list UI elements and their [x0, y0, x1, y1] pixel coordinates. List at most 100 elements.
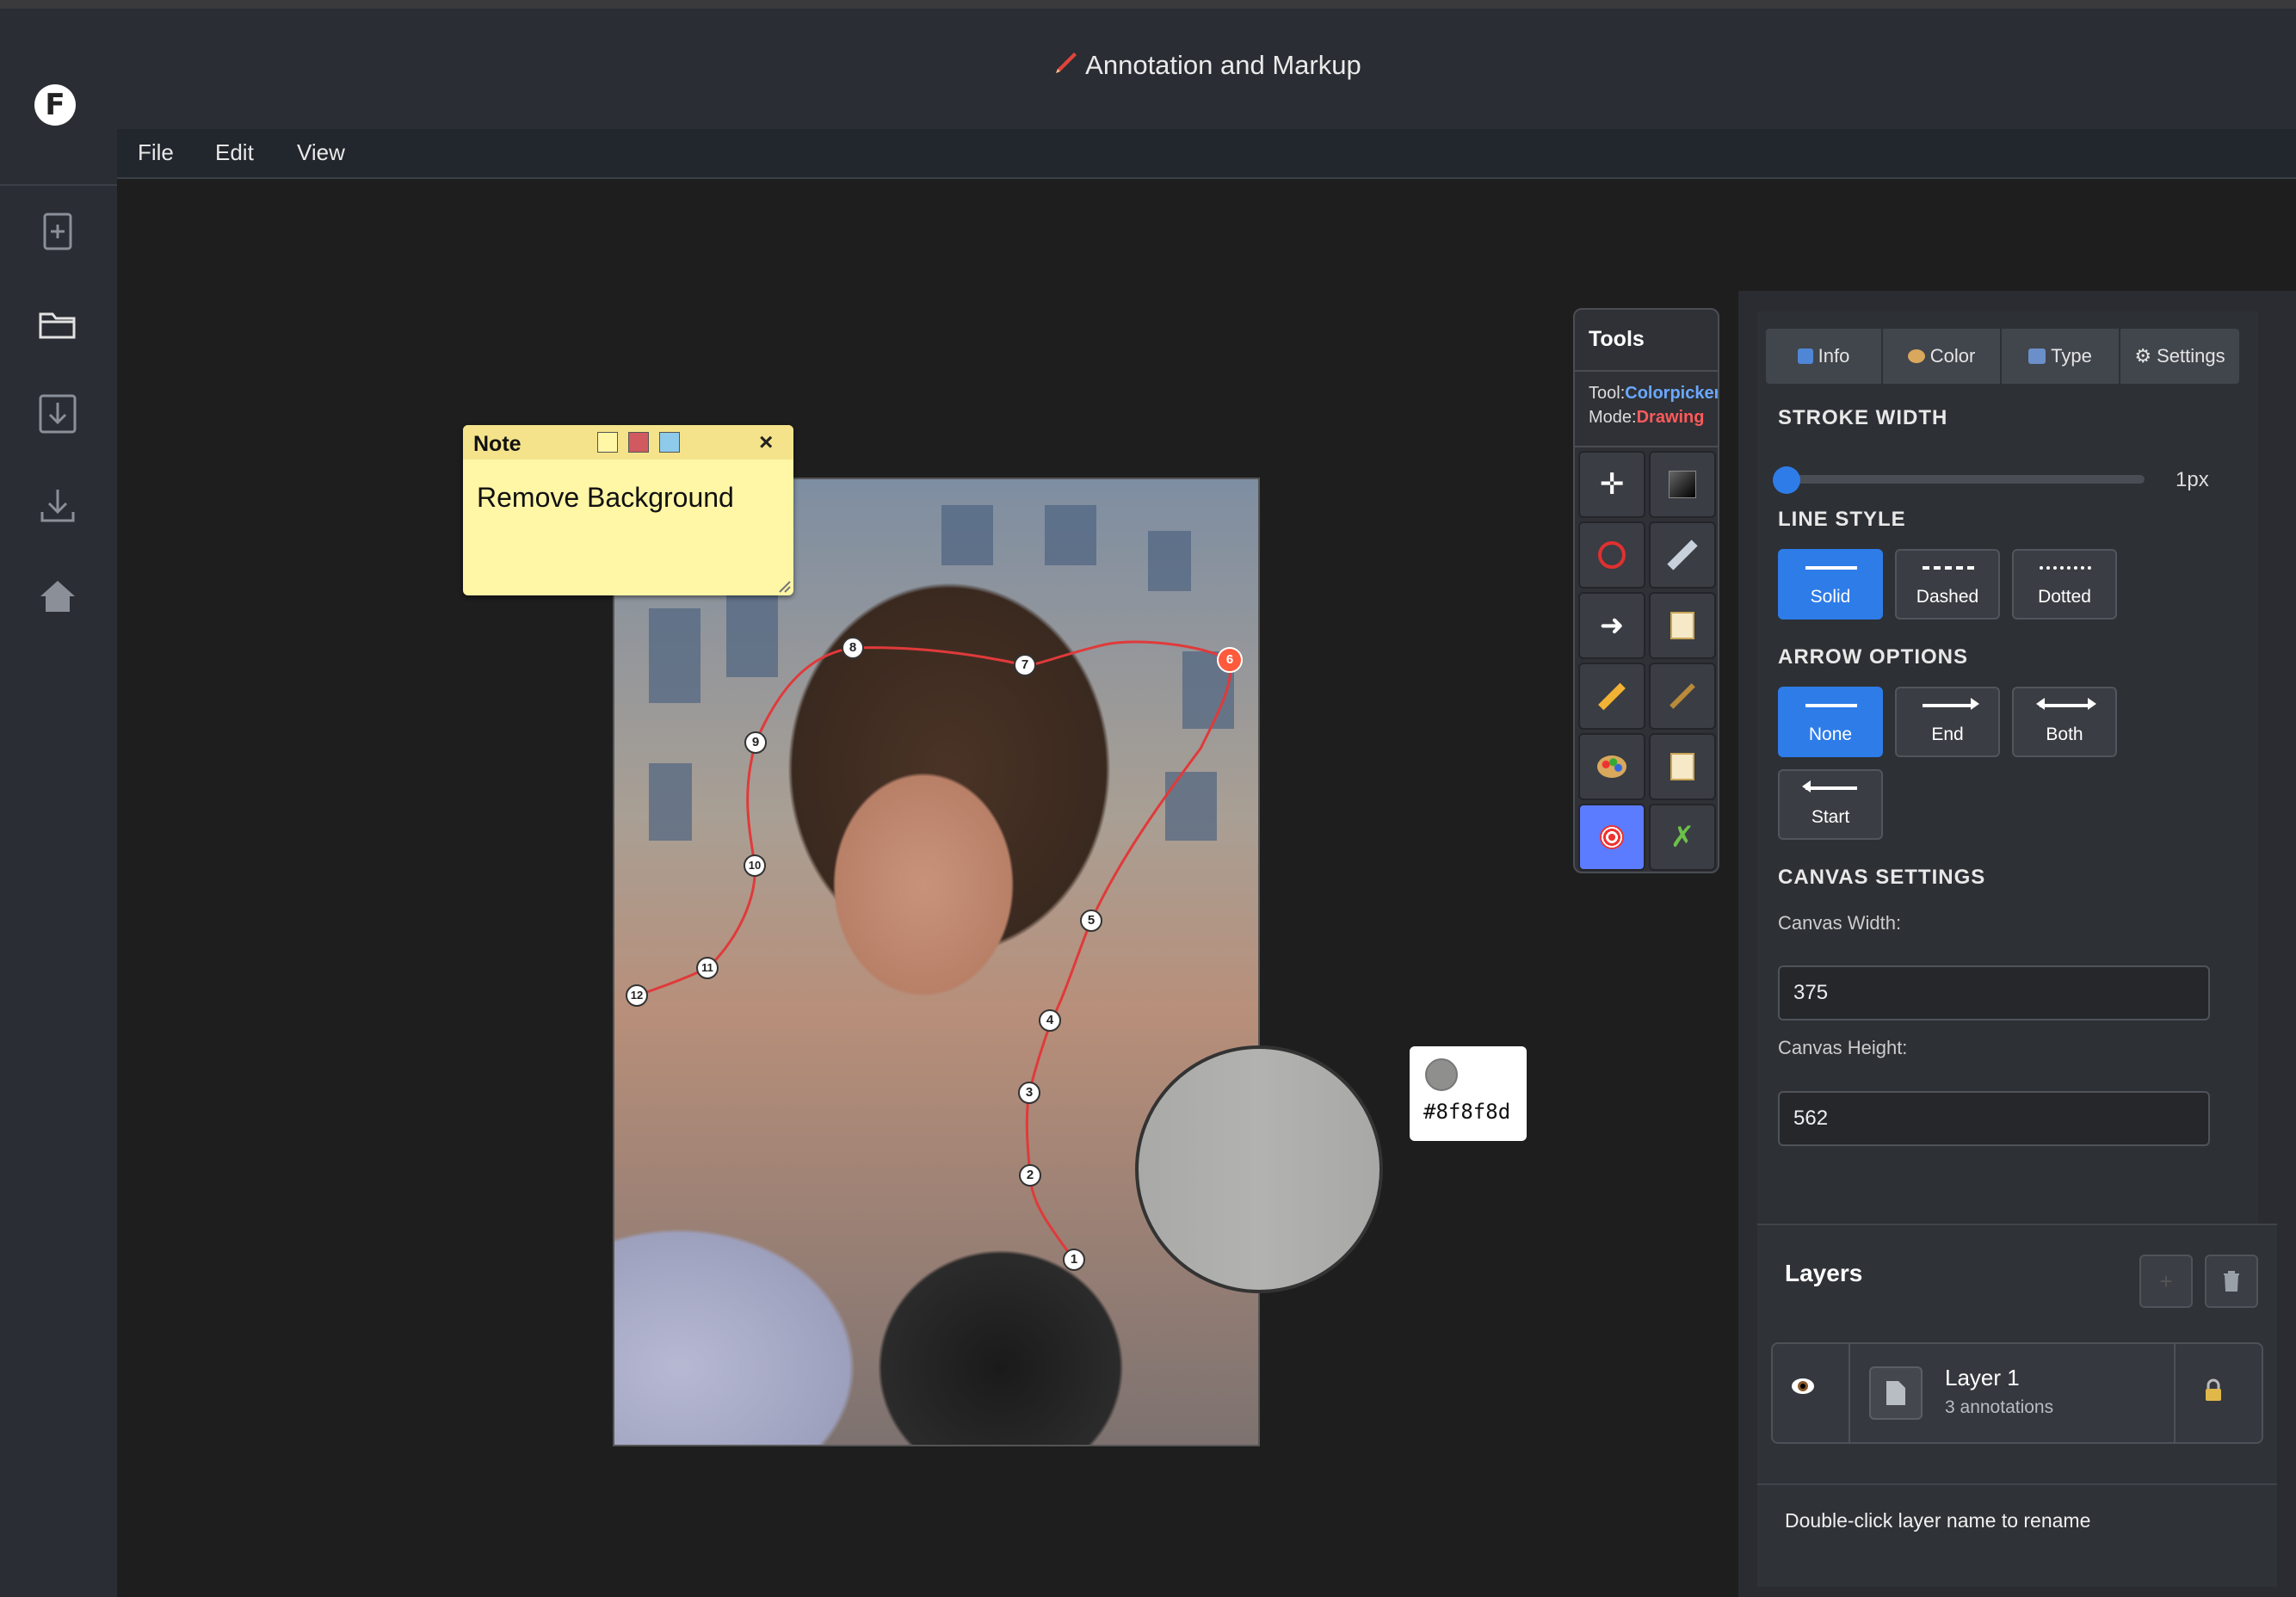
menu-file[interactable]: File	[138, 139, 174, 166]
arrow-head-left-icon	[1802, 780, 1811, 792]
info-icon	[1797, 348, 1813, 364]
move-tool-button[interactable]: ✛	[1578, 451, 1645, 518]
arrow-start-button[interactable]: Start	[1778, 769, 1883, 840]
layer-name[interactable]: Layer 1	[1945, 1365, 2020, 1391]
path-point[interactable]: 8	[842, 637, 864, 659]
tab-color[interactable]: Color	[1883, 329, 2002, 384]
path-point[interactable]: 5	[1080, 909, 1102, 932]
line-style-dashed-button[interactable]: Dashed	[1895, 549, 2000, 620]
circle-tool-button[interactable]	[1578, 521, 1645, 589]
layers-hint: Double-click layer name to rename	[1785, 1509, 2091, 1532]
fill-rect-icon	[1669, 471, 1696, 498]
logo-zone: F	[0, 9, 117, 186]
path-point[interactable]: 7	[1014, 654, 1036, 676]
path-point[interactable]: 1	[1063, 1249, 1085, 1271]
path-point[interactable]: 4	[1039, 1009, 1061, 1032]
arrow-tool-button[interactable]: ➜	[1578, 592, 1645, 659]
fill-rect-tool-button[interactable]	[1649, 451, 1716, 518]
new-file-icon[interactable]	[34, 208, 81, 255]
brush-icon	[1670, 683, 1695, 709]
property-tabs: Info Color Type ⚙ Settings	[1766, 329, 2239, 384]
download-icon[interactable]	[34, 482, 81, 528]
arrow-both-button[interactable]: Both	[2012, 687, 2117, 757]
tools-header[interactable]: Tools	[1575, 310, 1718, 372]
note-icon	[1670, 753, 1694, 780]
target-icon	[1600, 825, 1624, 849]
trash-icon	[2224, 1271, 2239, 1292]
left-sidebar: F	[0, 9, 117, 1597]
pencil-icon	[1598, 682, 1626, 710]
pencil-tool-button[interactable]	[1578, 663, 1645, 730]
note-tool-button[interactable]	[1649, 733, 1716, 800]
crop-tool-button[interactable]: ✗	[1649, 804, 1716, 871]
stroke-width-slider-knob[interactable]	[1773, 466, 1800, 494]
delete-layer-button[interactable]	[2205, 1255, 2258, 1308]
note-color-red[interactable]	[628, 432, 649, 453]
tools-panel: Tools Tool:Colorpicker Mode:Drawing ✛ ➜ …	[1573, 308, 1719, 873]
type-icon	[2028, 348, 2046, 364]
home-icon[interactable]	[34, 573, 81, 620]
tab-info[interactable]: Info	[1766, 329, 1883, 384]
layer-annotation-count: 3 annotations	[1945, 1397, 2054, 1417]
color-hex-value: #8f8f8d	[1423, 1100, 1511, 1124]
lock-icon[interactable]	[2203, 1378, 2224, 1407]
mode-status: Mode:Drawing	[1589, 408, 1705, 427]
current-tool: Colorpicker	[1625, 384, 1719, 403]
document-icon	[1886, 1381, 1905, 1405]
path-point[interactable]: 3	[1018, 1082, 1040, 1104]
line-style-dotted-button[interactable]: Dotted	[2012, 549, 2117, 620]
move-icon: ✛	[1599, 467, 1625, 502]
tab-type[interactable]: Type	[2002, 329, 2120, 384]
arrow-head-right-icon	[1971, 698, 1979, 710]
note-color-blue[interactable]	[659, 432, 680, 453]
note-text[interactable]: Remove Background	[477, 482, 734, 514]
window-top-border	[0, 0, 2296, 9]
palette-tool-button[interactable]	[1578, 733, 1645, 800]
tab-settings[interactable]: ⚙ Settings	[2120, 329, 2239, 384]
sticky-note[interactable]: Note × Remove Background	[463, 425, 793, 595]
tool-status: Tool:Colorpicker	[1589, 384, 1719, 403]
stroke-width-value: 1px	[2176, 468, 2209, 491]
path-point[interactable]: 9	[744, 731, 767, 754]
arrow-icon: ➜	[1599, 608, 1625, 643]
eye-icon[interactable]	[1790, 1377, 1816, 1400]
app-title: Annotation and Markup	[117, 50, 2296, 81]
line-tool-button[interactable]	[1649, 521, 1716, 589]
note-header[interactable]: Note ×	[463, 425, 793, 459]
path-point[interactable]: 2	[1019, 1164, 1041, 1187]
menu-edit[interactable]: Edit	[215, 139, 254, 166]
add-layer-button[interactable]: +	[2139, 1255, 2193, 1308]
properties-panel: Info Color Type ⚙ Settings STROKE WIDTH 1…	[1757, 311, 2258, 1224]
canvas-height-label: Canvas Height:	[1778, 1037, 1908, 1058]
canvas-width-input[interactable]	[1778, 965, 2210, 1020]
path-point-active[interactable]: 6	[1217, 647, 1243, 673]
canvas-height-input[interactable]	[1778, 1091, 2210, 1146]
canvas-width-label: Canvas Width:	[1778, 912, 1902, 934]
layers-title: Layers	[1785, 1260, 1863, 1286]
arrow-options-heading: ARROW OPTIONS	[1778, 645, 1968, 669]
arrow-none-button[interactable]: None	[1778, 687, 1883, 757]
menu-view[interactable]: View	[297, 139, 345, 166]
path-point[interactable]: 12	[626, 984, 648, 1007]
open-folder-icon[interactable]	[34, 301, 81, 348]
layer-row[interactable]: Layer 1 3 annotations	[1771, 1342, 2263, 1444]
note-title: Note	[473, 432, 522, 456]
note-close-button[interactable]: ×	[759, 429, 773, 456]
line-style-solid-button[interactable]: Solid	[1778, 549, 1883, 620]
app-logo[interactable]: F	[34, 84, 76, 126]
line-style-heading: LINE STYLE	[1778, 508, 1906, 531]
brush-tool-button[interactable]	[1649, 663, 1716, 730]
note-color-yellow[interactable]	[597, 432, 618, 453]
layer-thumbnail	[1869, 1366, 1923, 1420]
crop-icon: ✗	[1670, 820, 1695, 854]
arrow-head-right-icon	[2088, 698, 2096, 710]
path-point[interactable]: 10	[744, 854, 766, 877]
text-tool-button[interactable]	[1649, 592, 1716, 659]
stroke-width-slider[interactable]	[1780, 475, 2145, 484]
memo-icon	[1670, 612, 1694, 639]
resize-handle-icon[interactable]	[778, 580, 792, 594]
import-icon[interactable]	[34, 391, 81, 437]
colorpicker-tool-button[interactable]	[1578, 804, 1645, 871]
path-point[interactable]: 11	[696, 957, 719, 979]
arrow-end-button[interactable]: End	[1895, 687, 2000, 757]
